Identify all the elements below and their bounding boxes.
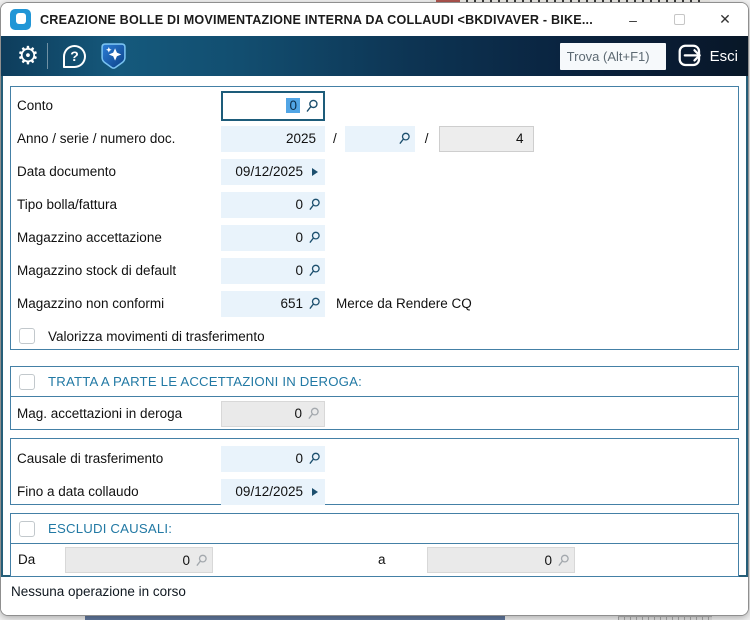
da-input: 0 (65, 547, 213, 573)
minimize-button[interactable]: – (610, 3, 656, 36)
conto-input[interactable]: 0 (221, 90, 325, 121)
deroga-header-label: TRATTA A PARTE LE ACCETTAZIONI IN DEROGA… (48, 374, 363, 389)
search-icon[interactable] (308, 452, 321, 465)
help-icon: ? (63, 44, 86, 68)
underlying-window-bottom-bar (85, 616, 505, 620)
escludi-checkbox[interactable] (19, 520, 35, 537)
form-row-magazzino-non-conformi: Magazzino non conformi 651 Merce da Rend… (11, 287, 738, 320)
escludi-section-header: ESCLUDI CAUSALI: (11, 514, 738, 544)
magazzino-non-conformi-label: Magazzino non conformi (17, 296, 165, 311)
escludi-range-row: Da 0 a 0 (11, 544, 738, 577)
a-label: a (378, 552, 386, 567)
search-icon (195, 554, 208, 567)
form-row-tipo-bolla: Tipo bolla/fattura 0 (11, 188, 738, 221)
anno-input[interactable]: 2025 (221, 125, 325, 152)
window-title: CREAZIONE BOLLE DI MOVIMENTAZIONE INTERN… (40, 12, 593, 27)
search-icon (307, 407, 320, 420)
maximize-icon (673, 14, 685, 25)
toolbar: ⚙ ? Trova (Alt+F1) Esci (1, 36, 748, 76)
numero-doc-input: 4 (438, 125, 534, 152)
magazzino-non-conformi-input[interactable]: 651 (221, 290, 325, 317)
data-documento-input[interactable]: 09/12/2025 (221, 158, 325, 185)
help-button[interactable]: ? (56, 44, 93, 68)
form-row-anno-serie-numero: Anno / serie / numero doc. 2025 / / 4 (11, 122, 738, 155)
fino-data-input[interactable]: 09/12/2025 (221, 478, 325, 505)
search-icon[interactable] (398, 132, 411, 145)
settings-gear-icon[interactable]: ⚙ (11, 43, 45, 69)
anno-serie-numero-label: Anno / serie / numero doc. (17, 131, 176, 146)
exit-icon (678, 44, 701, 66)
underlying-window-ruler-sliver (618, 616, 712, 620)
search-icon[interactable] (308, 198, 321, 211)
valorizza-checkbox[interactable] (19, 328, 35, 344)
title-bar: CREAZIONE BOLLE DI MOVIMENTAZIONE INTERN… (1, 3, 748, 36)
maximize-button[interactable] (656, 3, 702, 36)
deroga-section-header: TRATTA A PARTE LE ACCETTAZIONI IN DEROGA… (11, 367, 738, 397)
toolbar-separator (47, 43, 48, 69)
form-row-causale: Causale di trasferimento 0 (11, 442, 738, 475)
magazzino-accettazione-input[interactable]: 0 (221, 224, 325, 251)
section-escludi-causali: ESCLUDI CAUSALI: Da 0 a 0 (10, 513, 739, 577)
close-button[interactable]: ✕ (702, 3, 748, 36)
deroga-checkbox[interactable] (19, 373, 35, 390)
status-text: Nessuna operazione in corso (11, 584, 186, 599)
data-documento-label: Data documento (17, 164, 117, 179)
creazione-bolle-dialog: CREAZIONE BOLLE DI MOVIMENTAZIONE INTERN… (0, 2, 749, 616)
search-icon[interactable] (308, 297, 321, 310)
da-label: Da (18, 552, 36, 567)
status-bar: Nessuna operazione in corso (1, 577, 748, 615)
section-documento: Conto 0 Anno / serie / numero doc. 2025 … (10, 86, 739, 350)
form-row-magazzino-stock: Magazzino stock di default 0 (11, 254, 738, 287)
mag-deroga-input: 0 (221, 400, 325, 427)
a-input: 0 (427, 547, 575, 573)
find-input[interactable] (559, 42, 666, 70)
magazzino-stock-input[interactable]: 0 (221, 257, 325, 284)
valorizza-checkbox-row: Valorizza movimenti di trasferimento (11, 323, 738, 349)
tipo-bolla-input[interactable]: 0 (221, 191, 325, 218)
magazzino-accettazione-label: Magazzino accettazione (17, 230, 162, 245)
exit-label: Esci (709, 47, 738, 65)
ai-sparkle-shield-icon (101, 43, 126, 69)
search-icon[interactable] (305, 99, 319, 113)
form-row-mag-deroga: Mag. accettazioni in deroga 0 (11, 397, 738, 430)
conto-label: Conto (17, 98, 54, 113)
conto-value-selected: 0 (286, 98, 300, 113)
separator-slash: / (333, 131, 337, 146)
mag-deroga-label: Mag. accettazioni in deroga (17, 406, 183, 421)
exit-button[interactable]: Esci (678, 44, 738, 69)
calendar-arrow-icon[interactable] (312, 167, 318, 176)
ai-assistant-button[interactable] (100, 42, 127, 70)
magazzino-non-conformi-description: Merce da Rendere CQ (336, 296, 472, 311)
search-icon[interactable] (308, 231, 321, 244)
section-deroga: TRATTA A PARTE LE ACCETTAZIONI IN DEROGA… (10, 366, 739, 430)
form-row-magazzino-accettazione: Magazzino accettazione 0 (11, 221, 738, 254)
escludi-header-label: ESCLUDI CAUSALI: (48, 521, 173, 536)
tipo-bolla-label: Tipo bolla/fattura (17, 197, 118, 212)
valorizza-checkbox-label: Valorizza movimenti di trasferimento (48, 328, 265, 344)
serie-input[interactable] (344, 125, 415, 152)
search-icon (557, 554, 570, 567)
calendar-arrow-icon[interactable] (312, 487, 318, 496)
separator-slash: / (424, 131, 429, 146)
section-causale: Causale di trasferimento 0 Fino a data c… (10, 438, 739, 505)
causale-label: Causale di trasferimento (17, 451, 164, 466)
minimize-icon: – (629, 11, 637, 28)
app-logo-icon (10, 9, 31, 30)
form-area: Conto 0 Anno / serie / numero doc. 2025 … (1, 76, 748, 577)
search-icon[interactable] (308, 264, 321, 277)
fino-data-label: Fino a data collaudo (17, 484, 139, 499)
close-icon: ✕ (719, 11, 731, 27)
form-row-fino-data: Fino a data collaudo 09/12/2025 (11, 475, 738, 508)
form-row-conto: Conto 0 (11, 89, 738, 122)
magazzino-stock-label: Magazzino stock di default (17, 263, 177, 278)
form-row-data-documento: Data documento 09/12/2025 (11, 155, 738, 188)
causale-input[interactable]: 0 (221, 445, 325, 472)
